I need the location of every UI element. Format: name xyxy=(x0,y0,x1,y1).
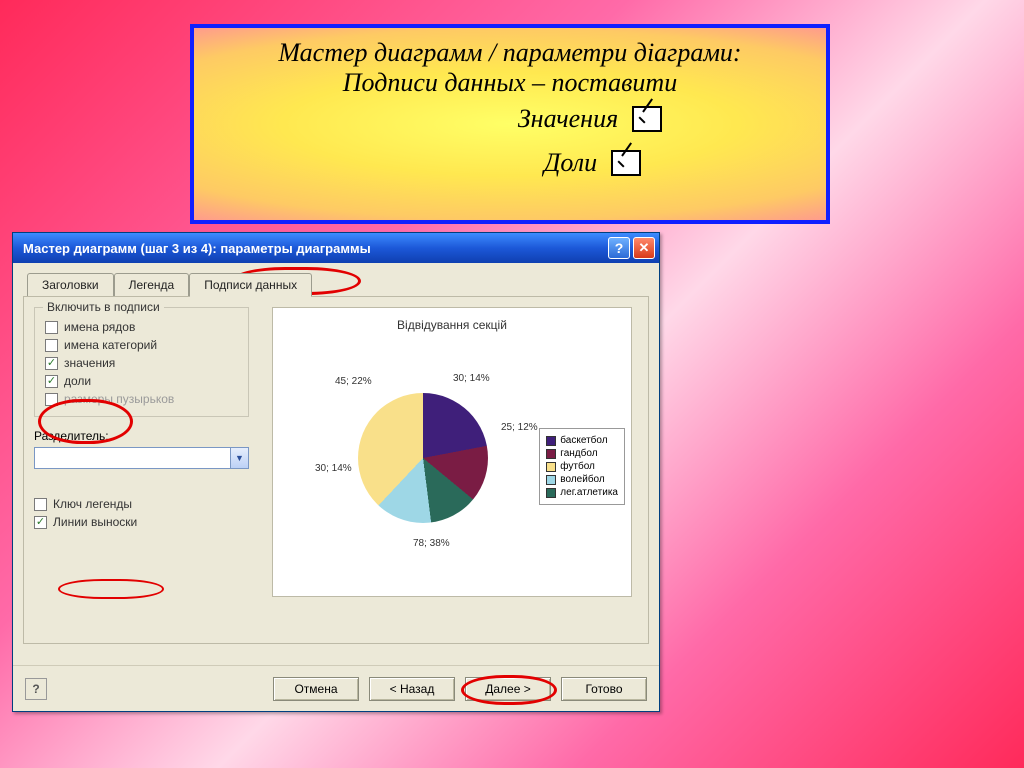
titlebar-help-button[interactable]: ? xyxy=(608,237,630,259)
legend-item: футбол xyxy=(560,461,595,472)
data-label: 45; 22% xyxy=(335,376,372,387)
data-label: 30; 14% xyxy=(453,373,490,384)
dialog-title: Мастер диаграмм (шаг 3 из 4): параметры … xyxy=(23,241,605,256)
legend-swatch xyxy=(546,488,556,498)
legend-item: гандбол xyxy=(560,448,597,459)
group-legend: Включить в подписи xyxy=(43,300,164,314)
tab-data-labels[interactable]: Подписи данных xyxy=(189,273,312,297)
instruction-row-percents: Доли xyxy=(544,148,641,178)
label-percents: доли xyxy=(64,374,91,388)
tab-panel: Включить в подписи имена рядов имена кат… xyxy=(23,296,649,644)
legend-swatch xyxy=(546,449,556,459)
label-values: значения xyxy=(64,356,115,370)
legend-swatch xyxy=(546,462,556,472)
finish-button[interactable]: Готово xyxy=(561,677,647,701)
chart-wizard-dialog: Мастер диаграмм (шаг 3 из 4): параметры … xyxy=(12,232,660,712)
legend-item: волейбол xyxy=(560,474,604,485)
tab-headers[interactable]: Заголовки xyxy=(27,273,114,296)
legend-item: баскетбол xyxy=(560,435,607,446)
instruction-row-values: Значения xyxy=(518,104,662,134)
checkbox-percents[interactable] xyxy=(45,375,58,388)
label-category-names: имена категорий xyxy=(64,338,157,352)
legend-item: лег.атлетика xyxy=(560,487,618,498)
label-legend-key: Ключ легенды xyxy=(53,497,132,511)
back-button[interactable]: < Назад xyxy=(369,677,455,701)
data-label: 30; 14% xyxy=(315,463,352,474)
checkbox-legend-key[interactable] xyxy=(34,498,47,511)
include-in-labels-group: Включить в подписи имена рядов имена кат… xyxy=(34,307,249,417)
label-series-names: имена рядов xyxy=(64,320,135,334)
checkbox-series-names[interactable] xyxy=(45,321,58,334)
label-leader-lines: Линии выноски xyxy=(53,515,137,529)
chart-preview: Відвідування секцій 45; 22% 30; 14% 25; … xyxy=(272,307,632,597)
legend-swatch xyxy=(546,475,556,485)
legend-swatch xyxy=(546,436,556,446)
help-button[interactable]: ? xyxy=(25,678,47,700)
chevron-down-icon: ▼ xyxy=(230,448,248,468)
chart-title: Відвідування секцій xyxy=(273,318,631,332)
button-bar: ? Отмена < Назад Далее > Готово xyxy=(13,665,659,711)
data-label: 78; 38% xyxy=(413,538,450,549)
instruction-line1: Мастер диаграмм / параметри діаграми: xyxy=(278,38,741,68)
titlebar[interactable]: Мастер диаграмм (шаг 3 из 4): параметры … xyxy=(13,233,659,263)
separator-select[interactable]: ▼ xyxy=(34,447,249,469)
highlight-oval-icon xyxy=(58,579,164,599)
checkbox-category-names[interactable] xyxy=(45,339,58,352)
checkmark-icon xyxy=(632,106,662,132)
checkbox-bubble-sizes xyxy=(45,393,58,406)
instruction-card: Мастер диаграмм / параметри діаграми: По… xyxy=(190,24,830,224)
pie-chart: 45; 22% 30; 14% 25; 12% 30; 14% 78; 38% xyxy=(343,378,503,538)
tabs-row: Заголовки Легенда Подписи данных xyxy=(13,263,659,296)
instruction-values-label: Значения xyxy=(518,104,618,134)
checkmark-icon xyxy=(611,150,641,176)
label-bubble-sizes: размеры пузырьков xyxy=(64,392,174,406)
next-button[interactable]: Далее > xyxy=(465,677,551,701)
checkbox-leader-lines[interactable] xyxy=(34,516,47,529)
instruction-percents-label: Доли xyxy=(544,148,597,178)
cancel-button[interactable]: Отмена xyxy=(273,677,359,701)
tab-legend[interactable]: Легенда xyxy=(114,273,190,296)
titlebar-close-button[interactable]: ✕ xyxy=(633,237,655,259)
chart-legend: баскетбол гандбол футбол волейбол лег.ат… xyxy=(539,428,625,505)
checkbox-values[interactable] xyxy=(45,357,58,370)
instruction-line2: Подписи данных – поставити xyxy=(343,68,677,98)
data-label: 25; 12% xyxy=(501,422,538,433)
pie-slices xyxy=(358,393,488,523)
